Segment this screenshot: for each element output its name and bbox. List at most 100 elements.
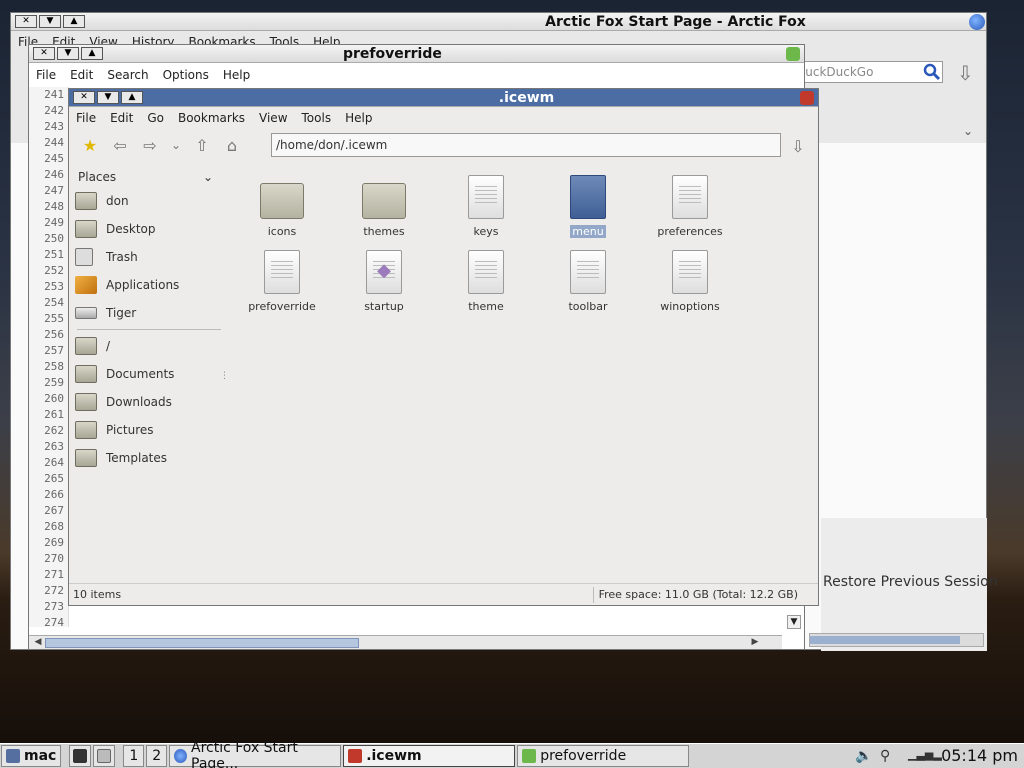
sidebar-item-applications[interactable]: Applications (71, 271, 221, 299)
file-icons[interactable]: icons (232, 175, 332, 238)
task-firefox[interactable]: Arctic Fox Start Page... (169, 740, 342, 768)
file-startup[interactable]: startup (334, 250, 434, 313)
task-icewm[interactable]: .icewm (343, 745, 516, 767)
menu-edit[interactable]: Edit (103, 111, 140, 125)
sidebar-item-label: Pictures (106, 423, 154, 437)
window-list-icon (97, 749, 112, 763)
line-number: 259 (44, 376, 64, 389)
file-winoptions[interactable]: winoptions (640, 250, 740, 313)
close-button[interactable]: ✕ (73, 91, 95, 104)
sidebar-item-don[interactable]: don (71, 187, 221, 215)
chevron-down-icon[interactable]: ⌄ (963, 124, 973, 138)
menu-edit[interactable]: Edit (63, 68, 100, 82)
sidebar-item-pictures[interactable]: Pictures (71, 416, 221, 444)
sidebar-item-downloads[interactable]: Downloads (71, 388, 221, 416)
close-button[interactable]: ✕ (33, 47, 55, 60)
file-themes[interactable]: themes (334, 175, 434, 238)
menu-go[interactable]: Go (140, 111, 171, 125)
editor-hscroll[interactable]: ◀ ▶ (29, 635, 782, 649)
places-header[interactable]: Places ⌄ (71, 167, 221, 187)
go-icon[interactable]: ⇩ (785, 133, 811, 159)
back-icon[interactable]: ⇦ (107, 132, 133, 158)
sidebar-item-documents[interactable]: Documents (71, 360, 221, 388)
sidebar-divider (77, 329, 221, 330)
menu-tools[interactable]: Tools (295, 111, 339, 125)
menu-search[interactable]: Search (100, 68, 155, 82)
history-dropdown-icon[interactable]: ⌄ (167, 132, 185, 158)
line-number: 241 (44, 88, 64, 101)
file-toolbar[interactable]: toolbar (538, 250, 638, 313)
file-label: startup (364, 300, 404, 313)
scroll-down-button[interactable]: ▼ (787, 615, 801, 629)
app-icon (800, 90, 814, 105)
firefox-titlebar[interactable]: ✕ ▼ ▲ Arctic Fox Start Page - Arctic Fox (11, 13, 986, 31)
scroll-right-button[interactable]: ▶ (748, 636, 762, 650)
file-manager-titlebar[interactable]: ✕ ▼ ▲ .icewm (69, 89, 818, 107)
places-label: Places (78, 170, 117, 184)
window-title: prefoverride (343, 45, 442, 62)
minimize-button[interactable]: ▼ (97, 91, 119, 104)
editor-app-icon (786, 47, 800, 61)
file-menu[interactable]: menu (538, 175, 638, 238)
new-bookmark-icon[interactable]: ★ (77, 132, 103, 158)
maximize-button[interactable]: ▲ (121, 91, 143, 104)
maximize-button[interactable]: ▲ (63, 15, 85, 28)
maximize-button[interactable]: ▲ (81, 47, 103, 60)
menu-file[interactable]: File (29, 68, 63, 82)
scroll-left-button[interactable]: ◀ (31, 636, 45, 650)
line-number: 274 (44, 616, 64, 627)
scroll-thumb[interactable] (810, 636, 960, 644)
minimize-button[interactable]: ▼ (39, 15, 61, 28)
line-number: 264 (44, 456, 64, 469)
editor-titlebar[interactable]: ✕ ▼ ▲ prefoverride (29, 45, 804, 63)
menu-view[interactable]: View (252, 111, 294, 125)
network-icon[interactable]: ⚲ (880, 748, 890, 764)
up-icon[interactable]: ⇧ (189, 132, 215, 158)
file-prefoverride[interactable]: prefoverride (232, 250, 332, 313)
sidebar-item-templates[interactable]: Templates (71, 444, 221, 472)
sidebar-item-trash[interactable]: Trash (71, 243, 221, 271)
file-theme[interactable]: theme (436, 250, 536, 313)
search-icon[interactable] (923, 63, 941, 81)
menu-help[interactable]: Help (338, 111, 379, 125)
menu-help[interactable]: Help (216, 68, 257, 82)
start-menu-button[interactable]: mac (1, 745, 62, 767)
menu-bookmarks[interactable]: Bookmarks (171, 111, 252, 125)
volume-icon[interactable]: 🔈 (855, 748, 872, 764)
clock[interactable]: 05:14 pm (941, 746, 1018, 765)
sidebar-item-desktop[interactable]: Desktop (71, 215, 221, 243)
document-icon (672, 250, 708, 294)
file-label: keys (473, 225, 499, 238)
sidebar-resize-handle[interactable]: ⋮ (220, 371, 229, 381)
close-button[interactable]: ✕ (15, 15, 37, 28)
firefox-hscroll[interactable] (809, 633, 984, 647)
task-prefoverride[interactable]: prefoverride (517, 745, 690, 767)
terminal-launcher[interactable] (69, 745, 92, 767)
line-number: 271 (44, 568, 64, 581)
location-bar[interactable]: /home/don/.icewm (271, 133, 781, 157)
chevron-down-icon[interactable]: ⌄ (203, 170, 213, 184)
workspace-1[interactable]: 1 (123, 745, 145, 767)
line-number: 252 (44, 264, 64, 277)
scroll-thumb[interactable] (45, 638, 359, 648)
line-number: 248 (44, 200, 64, 213)
sidebar-item-root[interactable]: / (71, 332, 221, 360)
restore-session-button[interactable]: Restore Previous Session (823, 574, 998, 590)
home-icon[interactable]: ⌂ (219, 132, 245, 158)
applications-icon (75, 276, 97, 294)
workspace-2[interactable]: 2 (146, 745, 168, 767)
file-preferences[interactable]: preferences (640, 175, 740, 238)
task-label: Arctic Fox Start Page... (191, 740, 298, 768)
menu-file[interactable]: File (69, 111, 103, 125)
sidebar-item-tiger[interactable]: Tiger (71, 299, 221, 327)
minimize-button[interactable]: ▼ (57, 47, 79, 60)
menu-options[interactable]: Options (156, 68, 216, 82)
forward-icon[interactable]: ⇨ (137, 132, 163, 158)
file-keys[interactable]: keys (436, 175, 536, 238)
search-input[interactable]: DuckDuckGo (791, 61, 943, 83)
status-bar: 10 items Free space: 11.0 GB (Total: 12.… (69, 583, 818, 605)
window-title: Arctic Fox Start Page - Arctic Fox (545, 13, 806, 30)
sidebar-item-label: Trash (106, 250, 138, 264)
download-icon[interactable]: ⇩ (957, 61, 974, 85)
window-list-button[interactable] (93, 745, 116, 767)
